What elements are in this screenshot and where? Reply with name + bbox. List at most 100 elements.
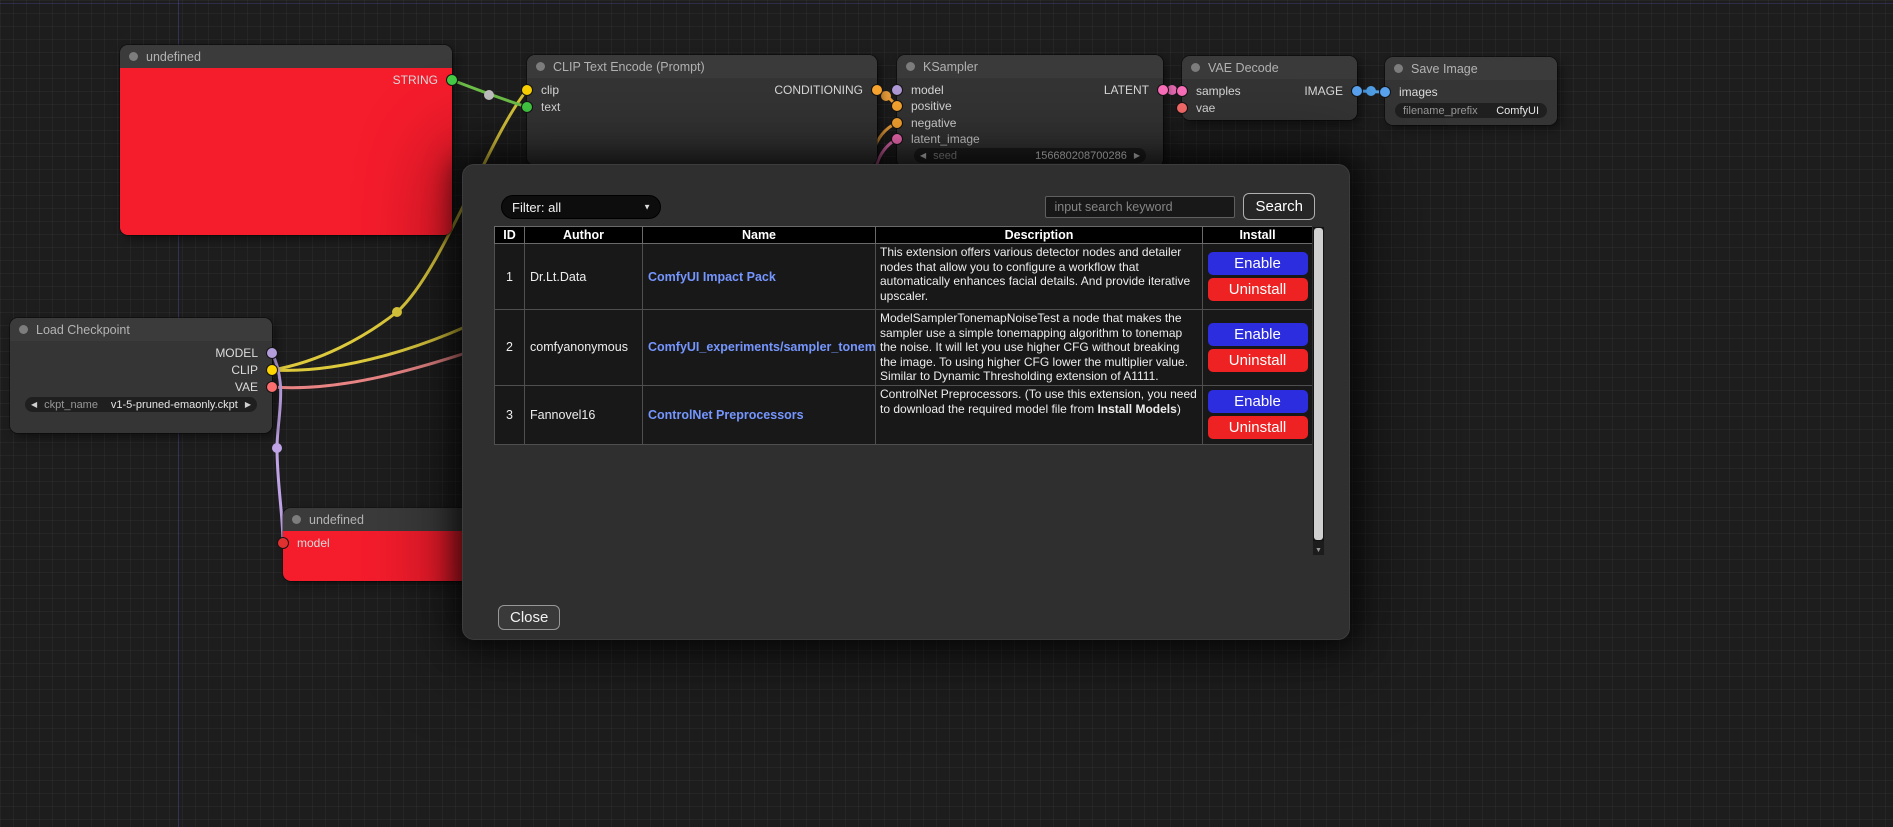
vae-output-pin[interactable] <box>267 382 277 392</box>
input-slot-images: images <box>1385 84 1557 100</box>
node-collapse-dot[interactable] <box>129 52 138 61</box>
node-header[interactable]: undefined <box>120 45 452 68</box>
cell-id: 1 <box>495 244 525 310</box>
chevron-down-icon <box>1315 539 1322 557</box>
filter-select-wrap: Filter: all <box>501 195 661 219</box>
node-header[interactable]: Save Image <box>1385 57 1557 80</box>
node-header[interactable]: Load Checkpoint <box>10 318 272 341</box>
increment-icon[interactable] <box>1134 152 1140 160</box>
cell-description: ControlNet Preprocessors. (To use this e… <box>876 385 1203 444</box>
input-slot-negative: negative <box>897 115 1163 131</box>
search-area: Search <box>1045 193 1315 220</box>
node-title: Load Checkpoint <box>36 323 130 337</box>
uninstall-button[interactable]: Uninstall <box>1208 416 1308 439</box>
header-install: Install <box>1203 227 1313 244</box>
node-body <box>120 68 452 235</box>
cell-author: comfyanonymous <box>525 310 643 386</box>
uninstall-button[interactable]: Uninstall <box>1208 349 1308 372</box>
filename-prefix-widget[interactable]: filename_prefix ComfyUI <box>1395 103 1547 118</box>
extension-link[interactable]: ControlNet Preprocessors <box>648 408 804 422</box>
node-ksampler[interactable]: KSampler model positive negative latent_… <box>897 55 1163 167</box>
search-button[interactable]: Search <box>1243 193 1315 220</box>
link-dot-latent <box>1167 85 1177 95</box>
node-clip-text-encode[interactable]: CLIP Text Encode (Prompt) clip text COND… <box>527 55 877 165</box>
latent-output-pin[interactable] <box>1158 85 1168 95</box>
table-header-row: ID Author Name Description Install <box>495 227 1313 244</box>
ckpt-name-widget[interactable]: ckpt_name v1-5-pruned-emaonly.ckpt <box>25 397 257 412</box>
table-scrollbar[interactable] <box>1312 226 1325 556</box>
node-header[interactable]: undefined <box>283 508 483 531</box>
previous-value-icon[interactable] <box>31 401 37 409</box>
node-collapse-dot[interactable] <box>19 325 28 334</box>
node-collapse-dot[interactable] <box>536 62 545 71</box>
close-button[interactable]: Close <box>498 605 560 630</box>
enable-button[interactable]: Enable <box>1208 390 1308 413</box>
image-output-pin[interactable] <box>1352 86 1362 96</box>
node-collapse-dot[interactable] <box>906 62 915 71</box>
enable-button[interactable]: Enable <box>1208 323 1308 346</box>
extensions-table-wrap: ID Author Name Description Install 1 Dr.… <box>494 226 1325 556</box>
node-title: Save Image <box>1411 62 1478 76</box>
output-slot-image: IMAGE <box>1182 83 1357 99</box>
link-dot-string <box>484 90 494 100</box>
positive-input-pin[interactable] <box>892 101 902 111</box>
node-load-checkpoint[interactable]: Load Checkpoint MODEL CLIP VAE ckpt_name… <box>10 318 272 433</box>
images-input-pin[interactable] <box>1380 87 1390 97</box>
string-output-pin[interactable] <box>447 75 457 85</box>
seed-widget[interactable]: seed 156680208700286 <box>914 148 1146 163</box>
link-dot-clip <box>392 307 402 317</box>
model-input-pin[interactable] <box>278 538 288 548</box>
input-slot-latent-image: latent_image <box>897 131 1163 147</box>
input-slot-text: text <box>527 99 877 115</box>
node-collapse-dot[interactable] <box>1191 63 1200 72</box>
node-title: undefined <box>309 513 364 527</box>
node-title: CLIP Text Encode (Prompt) <box>553 60 705 74</box>
clip-output-pin[interactable] <box>267 365 277 375</box>
node-header[interactable]: VAE Decode <box>1182 56 1357 79</box>
output-slot-clip: CLIP <box>10 362 272 378</box>
node-save-image[interactable]: Save Image images filename_prefix ComfyU… <box>1385 57 1557 125</box>
uninstall-button[interactable]: Uninstall <box>1208 278 1308 301</box>
latent-image-input-pin[interactable] <box>892 134 902 144</box>
extension-link[interactable]: ComfyUI Impact Pack <box>648 270 776 284</box>
link-dot-image <box>1366 86 1376 96</box>
text-input-pin[interactable] <box>522 102 532 112</box>
scrollbar-thumb[interactable] <box>1314 228 1323 540</box>
conditioning-output-pin[interactable] <box>872 85 882 95</box>
negative-input-pin[interactable] <box>892 118 902 128</box>
link-dot-conditioning <box>881 91 891 101</box>
header-id: ID <box>495 227 525 244</box>
node-header[interactable]: CLIP Text Encode (Prompt) <box>527 55 877 78</box>
node-header[interactable]: KSampler <box>897 55 1163 78</box>
output-slot-latent: LATENT <box>897 82 1163 98</box>
cell-author: Dr.Lt.Data <box>525 244 643 310</box>
next-value-icon[interactable] <box>245 401 251 409</box>
vae-input-pin[interactable] <box>1177 103 1187 113</box>
enable-button[interactable]: Enable <box>1208 252 1308 275</box>
cell-id: 2 <box>495 310 525 386</box>
extension-row: 2 comfyanonymous ComfyUI_experiments/sam… <box>495 310 1313 386</box>
header-name: Name <box>643 227 876 244</box>
graph-canvas[interactable]: undefined STRING CLIP Text Encode (Promp… <box>0 0 1893 827</box>
cell-description: This extension offers various detector n… <box>876 244 1203 310</box>
node-undefined-bottom[interactable]: undefined model <box>283 508 483 581</box>
model-output-pin[interactable] <box>267 348 277 358</box>
filter-select[interactable]: Filter: all <box>501 195 661 219</box>
output-slot-string: STRING <box>120 72 452 88</box>
output-slot-conditioning: CONDITIONING <box>527 82 877 98</box>
extensions-table: ID Author Name Description Install 1 Dr.… <box>494 226 1313 445</box>
search-input[interactable] <box>1045 196 1235 218</box>
node-vae-decode[interactable]: VAE Decode samples vae IMAGE <box>1182 56 1357 120</box>
node-collapse-dot[interactable] <box>292 515 301 524</box>
node-undefined-top[interactable]: undefined STRING <box>120 45 452 235</box>
extension-link[interactable]: ComfyUI_experiments/sampler_tonemap <box>648 340 876 354</box>
node-collapse-dot[interactable] <box>1394 64 1403 73</box>
decrement-icon[interactable] <box>920 152 926 160</box>
cell-id: 3 <box>495 385 525 444</box>
output-slot-vae: VAE <box>10 379 272 395</box>
extension-row: 3 Fannovel16 ControlNet Preprocessors Co… <box>495 385 1313 444</box>
extension-row: 1 Dr.Lt.Data ComfyUI Impact Pack This ex… <box>495 244 1313 310</box>
scroll-down-button[interactable] <box>1313 541 1324 555</box>
input-slot-positive: positive <box>897 98 1163 114</box>
cell-author: Fannovel16 <box>525 385 643 444</box>
